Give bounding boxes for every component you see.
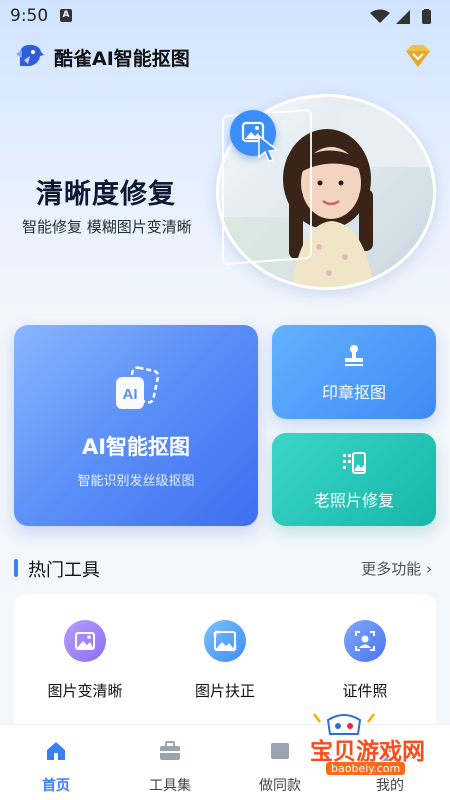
status-icons bbox=[370, 9, 431, 24]
watermark-text: 宝贝游戏网 bbox=[310, 739, 425, 765]
old-photo-repair-label: 老照片修复 bbox=[313, 491, 394, 510]
tool-image-enhance[interactable]: 图片变清晰 bbox=[20, 620, 150, 710]
tool-id-photo[interactable]: 证件照 bbox=[300, 620, 430, 710]
cursor-icon bbox=[258, 134, 279, 162]
id-photo-icon bbox=[344, 620, 386, 662]
hot-tools-title: 热门工具 bbox=[28, 560, 100, 581]
home-icon bbox=[47, 742, 65, 760]
stamp-cutout-label: 印章抠图 bbox=[321, 383, 386, 402]
app-logo-icon bbox=[16, 44, 44, 66]
ai-cutout-card[interactable]: AI AI智能抠图 智能识别发丝级抠图 bbox=[14, 325, 258, 526]
hero-title: 清晰度修复 bbox=[36, 179, 176, 210]
vip-diamond-icon[interactable] bbox=[402, 42, 434, 70]
nav-home[interactable]: 首页 bbox=[6, 725, 106, 800]
tool-image-enhance-label: 图片变清晰 bbox=[47, 682, 123, 700]
template-icon bbox=[271, 743, 289, 759]
stamp-cutout-card[interactable]: 印章抠图 bbox=[272, 325, 436, 419]
ai-cutout-icon: AI bbox=[116, 366, 160, 409]
old-photo-icon bbox=[343, 452, 366, 474]
tool-image-straighten[interactable]: 图片扶正 bbox=[160, 620, 290, 710]
ai-cutout-title: AI智能抠图 bbox=[81, 435, 191, 459]
section-accent-bar bbox=[14, 559, 18, 577]
ai-cutout-subtitle: 智能识别发丝级抠图 bbox=[77, 474, 195, 489]
more-features-link[interactable]: 更多功能 › bbox=[361, 558, 432, 579]
tool-id-photo-label: 证件照 bbox=[342, 682, 388, 700]
nav-toolbox-label: 工具集 bbox=[149, 778, 191, 794]
old-photo-repair-card[interactable]: 老照片修复 bbox=[272, 433, 436, 526]
nav-home-label: 首页 bbox=[42, 778, 70, 794]
status-time: 9:50 bbox=[10, 6, 49, 26]
notification-icon: A bbox=[60, 9, 72, 22]
hero-subtitle: 智能修复 模糊图片变清晰 bbox=[22, 218, 192, 236]
ai-icon-text: AI bbox=[123, 386, 138, 403]
image-enhance-icon bbox=[64, 620, 106, 662]
watermark-url: baobeiy.com bbox=[326, 762, 406, 775]
toolbox-icon bbox=[160, 741, 180, 760]
status-bar: 9:50 A bbox=[0, 0, 450, 32]
tool-image-straighten-label: 图片扶正 bbox=[194, 682, 255, 700]
image-straighten-icon bbox=[204, 620, 246, 662]
stamp-icon bbox=[345, 345, 363, 366]
nav-toolbox[interactable]: 工具集 bbox=[120, 725, 220, 800]
app-title: 酷雀AI智能抠图 bbox=[54, 48, 190, 70]
